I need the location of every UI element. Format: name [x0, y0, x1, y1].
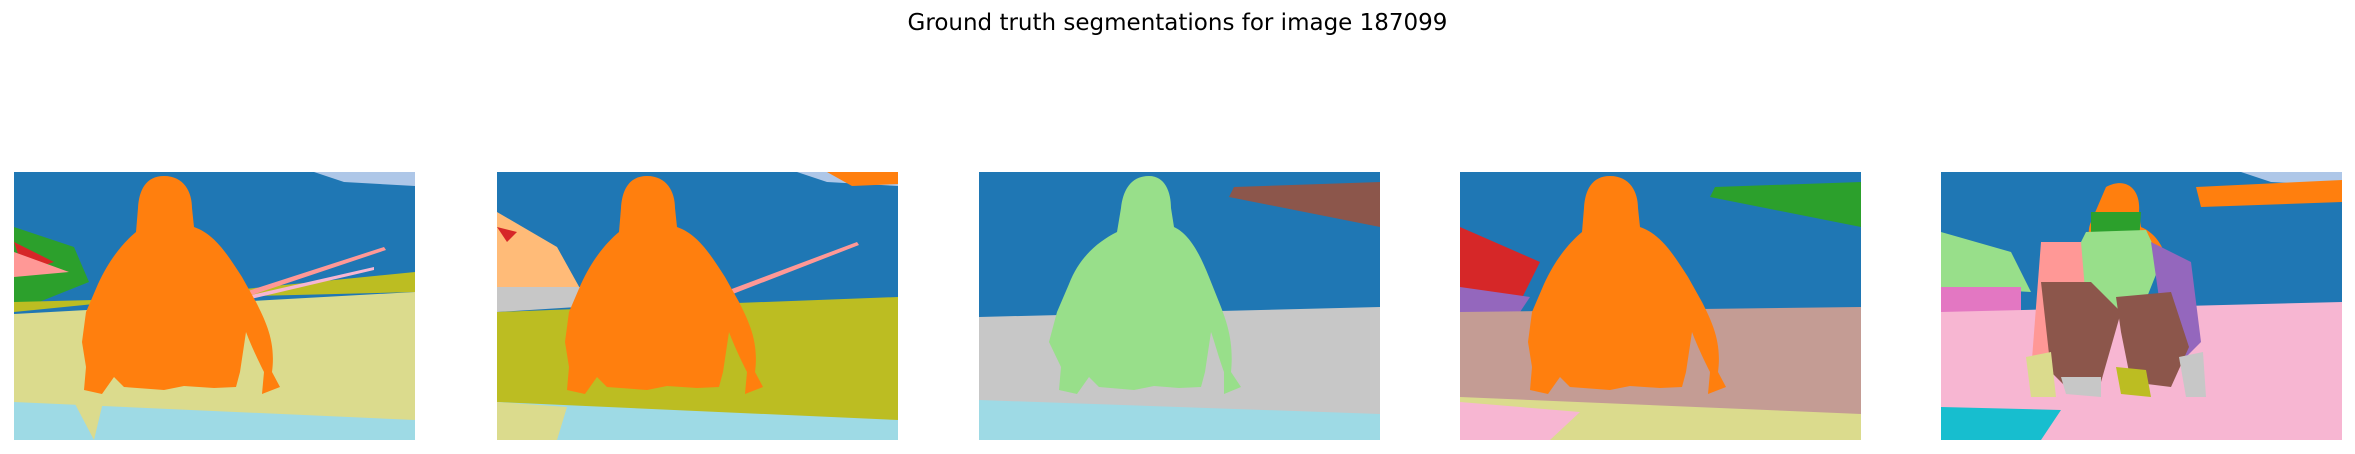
segmentation-image-5: [1941, 172, 2342, 440]
segmentation-image-3: [979, 172, 1380, 440]
segmentation-panel-2: [497, 172, 898, 440]
segmentation-image-2: [497, 172, 898, 440]
segmentation-panel-1: [14, 172, 415, 440]
segmentation-panel-3: [979, 172, 1380, 440]
segmentation-image-4: [1460, 172, 1861, 440]
segmentation-panel-5: [1941, 172, 2342, 440]
segmentation-panel-4: [1460, 172, 1861, 440]
segmentation-image-1: [14, 172, 415, 440]
figure-title: Ground truth segmentations for image 187…: [907, 10, 1448, 36]
